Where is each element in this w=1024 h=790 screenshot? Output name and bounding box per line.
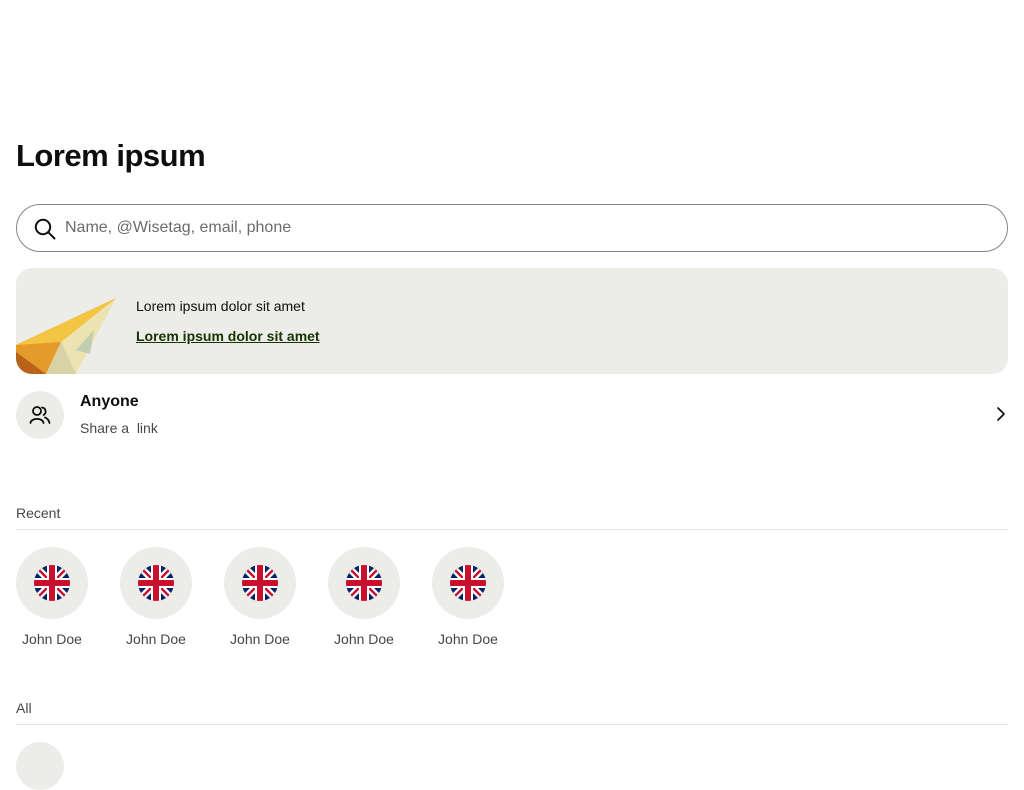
anyone-share-row[interactable]: Anyone Share a link bbox=[16, 390, 1008, 440]
contact-avatar bbox=[432, 547, 504, 619]
uk-flag-icon bbox=[346, 565, 382, 601]
recent-contact[interactable]: John Doe bbox=[432, 547, 504, 647]
uk-flag-icon bbox=[34, 565, 70, 601]
promo-text: Lorem ipsum dolor sit amet bbox=[136, 298, 305, 314]
contact-name: John Doe bbox=[334, 631, 394, 647]
anyone-title: Anyone bbox=[80, 393, 139, 410]
contact-name: John Doe bbox=[22, 631, 82, 647]
paper-plane-illustration bbox=[16, 290, 120, 374]
uk-flag-icon bbox=[450, 565, 486, 601]
promo-link[interactable]: Lorem ipsum dolor sit amet bbox=[136, 328, 320, 344]
contact-name: John Doe bbox=[230, 631, 290, 647]
recent-contact[interactable]: John Doe bbox=[120, 547, 192, 647]
contact-avatar bbox=[120, 547, 192, 619]
recent-section-label: Recent bbox=[16, 505, 61, 521]
recent-contact[interactable]: John Doe bbox=[16, 547, 88, 647]
anyone-subtitle: Share a link bbox=[80, 420, 158, 436]
uk-flag-icon bbox=[138, 565, 174, 601]
page: Lorem ipsum Lorem ipsum dolor sit amet L… bbox=[16, 0, 1008, 790]
recent-contact[interactable]: John Doe bbox=[328, 547, 400, 647]
search-icon bbox=[34, 218, 56, 240]
all-section-label: All bbox=[16, 700, 32, 716]
contact-avatar bbox=[16, 547, 88, 619]
page-title: Lorem ipsum bbox=[16, 138, 206, 173]
search-bar[interactable] bbox=[16, 204, 1008, 252]
promo-banner: Lorem ipsum dolor sit amet Lorem ipsum d… bbox=[16, 268, 1008, 374]
contact-avatar[interactable] bbox=[16, 742, 64, 790]
search-input[interactable] bbox=[65, 205, 965, 251]
recent-contact[interactable]: John Doe bbox=[224, 547, 296, 647]
contact-avatar bbox=[328, 547, 400, 619]
uk-flag-icon bbox=[242, 565, 278, 601]
contact-avatar bbox=[224, 547, 296, 619]
chevron-right-icon[interactable] bbox=[996, 406, 1006, 427]
anyone-avatar bbox=[16, 391, 64, 439]
all-divider bbox=[16, 724, 1008, 725]
recent-divider bbox=[16, 529, 1008, 530]
contact-name: John Doe bbox=[438, 631, 498, 647]
contact-name: John Doe bbox=[126, 631, 186, 647]
